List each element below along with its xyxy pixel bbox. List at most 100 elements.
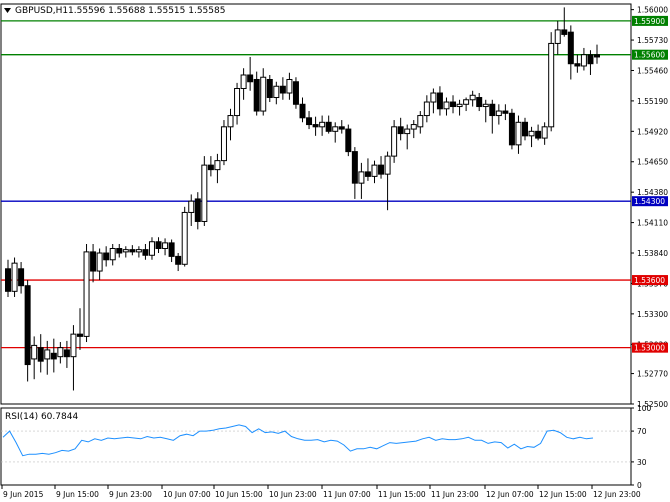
rsi-panel: RSI(14) 60.7844 100 70 30 0 [0,404,652,490]
candle-body [11,262,18,292]
candle-body [63,349,70,358]
price-panel: 1.56000 1.55730 1.55460 1.55190 1.54920 1.546… [0,3,668,409]
candle [522,117,529,141]
candle-body [345,128,352,153]
price-tick-label: 1.54380 [637,188,668,197]
candle-body [306,117,313,126]
candle-body [76,333,83,337]
candle [31,336,38,380]
time-tick-label: 9 Jun 15:00 [56,490,99,499]
candle [162,238,169,256]
rsi-axis: 100 70 30 0 [1,404,652,490]
candle [443,97,450,116]
candle [11,257,18,297]
candle [574,54,581,73]
level-badge: 1.55600 [632,49,668,60]
candle-body [476,97,483,108]
candle [116,244,123,258]
candle-body [423,101,430,117]
candle-body [90,251,97,272]
candle-body [364,171,371,177]
candle [234,82,241,125]
candle [423,95,430,123]
candle-body [469,94,476,101]
price-tick-label: 1.55190 [637,97,668,106]
time-tick-label: 10 Jun 23:00 [269,490,317,499]
candle [50,338,57,373]
price-tick-label: 1.54650 [637,158,668,167]
candle-body [436,92,443,110]
candle-body [253,78,260,112]
candle [436,86,443,116]
time-tick-label: 10 Jun 07:00 [163,490,211,499]
candle [292,77,299,109]
time-tick-label: 11 Jun 15:00 [378,490,426,499]
candle-body [50,352,57,360]
candle-body [351,151,358,184]
candle-body [338,126,345,130]
candle-body [443,101,450,110]
symbol-label: GBPUSD,H1 [15,6,68,16]
candle [469,90,476,107]
price-tick-label: 1.55730 [637,36,668,45]
candle-body [129,249,136,253]
price-tick-label: 1.52770 [637,370,668,379]
candle [188,194,195,226]
candle [332,122,339,143]
candle-body [404,128,411,135]
level-badge-label: 1.55600 [634,51,665,60]
candle-body [24,285,31,366]
candle [240,68,247,100]
candle [371,160,378,184]
level-badge-label: 1.53000 [634,344,665,353]
candle [44,340,51,375]
candle-body [44,349,51,360]
candle [450,95,457,114]
candle-body [194,198,201,222]
candle [528,126,535,148]
price-chart[interactable]: GBPUSD,H1 1.55596 1.55688 1.55515 1.5558… [0,0,670,502]
candle-body [181,211,188,265]
rsi-label: RSI(14) 60.7844 [5,412,78,422]
candle [312,116,319,136]
candle-body [135,249,142,253]
candle-body [463,99,470,105]
rsi-panel-frame [0,407,632,486]
candle-body [299,103,306,119]
candle [554,20,561,55]
candle [96,248,103,281]
candle [404,124,411,150]
candle-body [456,103,463,108]
candle-body [541,126,548,139]
candle [135,246,142,258]
candle-body [482,103,489,108]
candle-body [561,29,568,35]
candle-body [116,248,123,254]
level-badge: 1.53000 [632,342,668,353]
candle [430,88,437,114]
triangle-down-icon[interactable] [4,8,11,13]
level-badge: 1.53600 [632,275,668,286]
candle [148,237,155,260]
candle [57,342,64,364]
price-panel-frame [0,3,632,405]
candle [476,93,483,112]
price-tick-label: 1.55460 [637,66,668,75]
candle [109,244,116,266]
price-tick-label: 1.54110 [637,219,668,228]
candle [155,237,162,254]
candle [286,72,293,100]
candle-body [580,54,587,67]
candle-body [148,241,155,256]
candle-body [201,164,208,222]
candle-body [207,164,214,171]
candle [358,162,365,199]
candle [417,111,424,134]
candle [37,334,44,373]
candle [214,153,221,184]
candle [24,280,31,382]
candle-body [397,126,404,135]
candle-body [508,112,515,146]
candle [201,156,208,226]
candle-body [188,200,195,213]
